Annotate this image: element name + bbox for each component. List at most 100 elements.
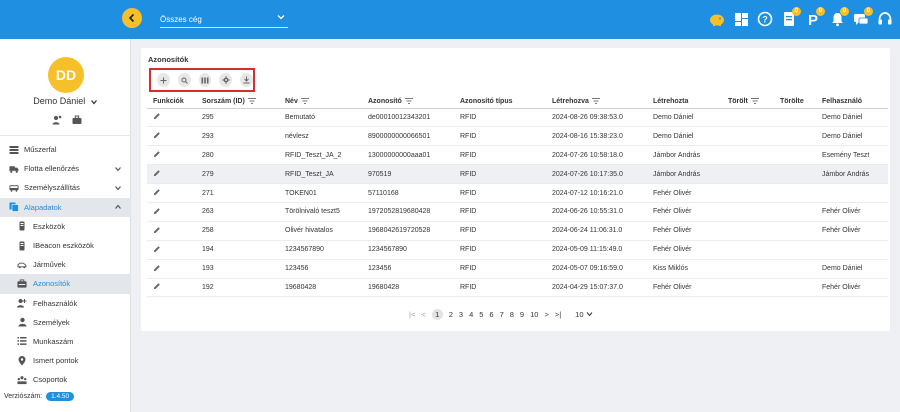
column-header[interactable]: Azonosító típus bbox=[454, 95, 546, 109]
page-button[interactable]: 1 bbox=[431, 309, 443, 320]
column-header[interactable]: Törölte bbox=[774, 95, 816, 109]
chat-icon[interactable]: 0 bbox=[852, 7, 873, 28]
edit-icon[interactable] bbox=[153, 282, 161, 290]
sidebar-item-ibeacon-eszkozok[interactable]: IBeacon eszközök bbox=[0, 236, 131, 255]
page-button[interactable]: 6 bbox=[489, 310, 493, 319]
sidebar-item-jarmuvek[interactable]: Járművek bbox=[0, 255, 131, 274]
sidebar-item-muszerfal[interactable]: Műszerfal bbox=[0, 140, 131, 159]
table-cell: RFID bbox=[454, 164, 546, 185]
page-button[interactable]: 9 bbox=[520, 310, 524, 319]
page-button[interactable]: 5 bbox=[479, 310, 483, 319]
edit-icon[interactable] bbox=[153, 207, 161, 215]
sidebar-item-munkaszam[interactable]: Munkaszám bbox=[0, 332, 131, 351]
filter-icon[interactable] bbox=[404, 97, 413, 104]
gauge-icon bbox=[9, 145, 19, 155]
column-header[interactable]: Felhasználó bbox=[816, 95, 888, 109]
last-page-button[interactable]: >| bbox=[555, 310, 561, 319]
table-header-row: Funkciók Sorszám (ID) Név Azonosító Azon… bbox=[147, 95, 888, 109]
table-row[interactable]: 192 19680428 19680428 RFID 2024-04-29 15:07:… bbox=[147, 278, 888, 298]
list-icon bbox=[17, 336, 27, 346]
column-header-label: Azonosító bbox=[368, 97, 402, 105]
table-row[interactable]: 293 névlesz 8900000000066501 RFID 2024-08-16… bbox=[147, 126, 888, 147]
avatar[interactable]: DD bbox=[48, 57, 84, 93]
column-header: Funkciók bbox=[147, 95, 196, 109]
table-row[interactable]: 194 1234567890 1234567890 RFID 2024-05-09 11… bbox=[147, 240, 888, 260]
edit-icon[interactable] bbox=[153, 131, 161, 139]
sidebar-item-felhasznalok[interactable]: Felhasználók bbox=[0, 294, 131, 313]
document-alert-icon[interactable]: 0 bbox=[780, 7, 801, 28]
download-button[interactable] bbox=[240, 73, 253, 87]
user-settings-icon[interactable] bbox=[52, 115, 62, 125]
column-header[interactable]: Törölt bbox=[722, 95, 774, 109]
edit-icon[interactable] bbox=[153, 150, 161, 158]
page-button[interactable]: 4 bbox=[469, 310, 473, 319]
filter-icon[interactable] bbox=[247, 97, 256, 104]
dashboard-icon[interactable] bbox=[732, 10, 750, 28]
table-cell: Kiss Miklós bbox=[647, 259, 722, 279]
table-cell bbox=[722, 126, 774, 147]
column-header[interactable]: Létrehozta bbox=[647, 95, 722, 109]
table-cell: 2024-08-26 09:38:53.0 bbox=[546, 108, 647, 128]
parking-icon[interactable]: P 0 bbox=[804, 7, 825, 28]
sidebar-item-csoportok[interactable]: Csoportok bbox=[0, 370, 131, 389]
headset-icon[interactable] bbox=[876, 10, 894, 28]
table-row[interactable]: 193 123456 123456 RFID 2024-05-07 09:16:59.0… bbox=[147, 259, 888, 279]
column-header[interactable]: Név bbox=[279, 95, 362, 109]
help-icon[interactable]: ? bbox=[756, 10, 774, 28]
sidebar-item-flotta-ellenorzes[interactable]: Flotta ellenőrzés bbox=[0, 159, 131, 178]
page-button[interactable]: 7 bbox=[500, 310, 504, 319]
edit-icon[interactable] bbox=[153, 264, 161, 272]
truck-icon bbox=[9, 164, 19, 174]
add-button[interactable] bbox=[157, 73, 170, 87]
sidebar-item-azonositok[interactable]: Azonosítók bbox=[0, 274, 131, 294]
piggy-bank-icon[interactable] bbox=[708, 10, 726, 28]
settings-button[interactable] bbox=[219, 73, 233, 87]
table-row[interactable]: 295 Bemutató de00010012343201 RFID 2024-08-2… bbox=[147, 108, 888, 128]
user-menu[interactable]: Demo Dániel bbox=[0, 96, 131, 106]
edit-icon[interactable] bbox=[153, 112, 161, 120]
bell-icon[interactable]: 0 bbox=[828, 7, 849, 28]
table-row[interactable]: 258 Olivér hivatalos 1968042619720528 RFID 2… bbox=[147, 221, 888, 241]
sidebar-item-szemelyek[interactable]: Személyek bbox=[0, 313, 131, 332]
edit-icon[interactable] bbox=[153, 188, 161, 196]
company-select[interactable]: Összes cég bbox=[160, 12, 288, 28]
first-page-button[interactable]: |< bbox=[409, 310, 415, 319]
edit-icon[interactable] bbox=[153, 226, 161, 234]
table-cell: 123456 bbox=[362, 259, 454, 279]
column-header[interactable]: Létrehozva bbox=[546, 95, 647, 109]
sidebar-item-label: Személyek bbox=[33, 317, 70, 327]
table-cell bbox=[774, 164, 816, 185]
page-button[interactable]: 3 bbox=[459, 310, 463, 319]
edit-icon[interactable] bbox=[153, 169, 161, 177]
page-button[interactable]: 2 bbox=[449, 310, 453, 319]
user-icons bbox=[52, 115, 82, 125]
sidebar-item-label: Személyszállítás bbox=[24, 183, 80, 193]
column-header[interactable]: Sorszám (ID) bbox=[196, 95, 279, 109]
edit-icon[interactable] bbox=[153, 245, 161, 253]
briefcase-icon[interactable] bbox=[72, 115, 82, 125]
sidebar-item-eszkozok[interactable]: Eszközök bbox=[0, 217, 131, 236]
table-cell: 8900000000066501 bbox=[362, 126, 454, 147]
page-button[interactable]: 10 bbox=[530, 310, 538, 319]
document-badge: 0 bbox=[792, 7, 801, 16]
search-button[interactable] bbox=[177, 73, 191, 87]
filter-icon[interactable] bbox=[300, 97, 309, 104]
sidebar-item-alapadatok[interactable]: Alapadatok bbox=[0, 197, 131, 217]
table-row[interactable]: 271 TOKEN01 57110168 RFID 2024-07-12 10:16:2… bbox=[147, 183, 888, 203]
column-header[interactable]: Azonosító bbox=[362, 95, 454, 109]
filter-icon[interactable] bbox=[750, 97, 759, 104]
prev-page-button[interactable]: < bbox=[421, 310, 425, 319]
table-row[interactable]: 280 RFID_Teszt_JA_2 13000000000aaa01 RFID 20… bbox=[147, 145, 888, 166]
filter-icon[interactable] bbox=[591, 97, 600, 104]
table-cell: Fehér Olivér bbox=[816, 278, 888, 298]
table-row[interactable]: 279 RFID_Teszt_JA 970519 RFID 2024-07-26 10:… bbox=[147, 164, 888, 185]
page-size-select[interactable]: 10 bbox=[575, 310, 592, 319]
sidebar-item-ismert-pontok[interactable]: Ismert pontok bbox=[0, 351, 131, 370]
device-icon bbox=[17, 221, 27, 231]
table-row[interactable]: 263 Törölnivaló teszt5 1972052819680428 RFI… bbox=[147, 202, 888, 222]
next-page-button[interactable]: > bbox=[544, 310, 548, 319]
back-button[interactable] bbox=[122, 8, 142, 28]
page-button[interactable]: 8 bbox=[510, 310, 514, 319]
columns-button[interactable] bbox=[198, 73, 212, 87]
sidebar-item-szemelyszallitas[interactable]: Személyszállítás bbox=[0, 178, 131, 197]
